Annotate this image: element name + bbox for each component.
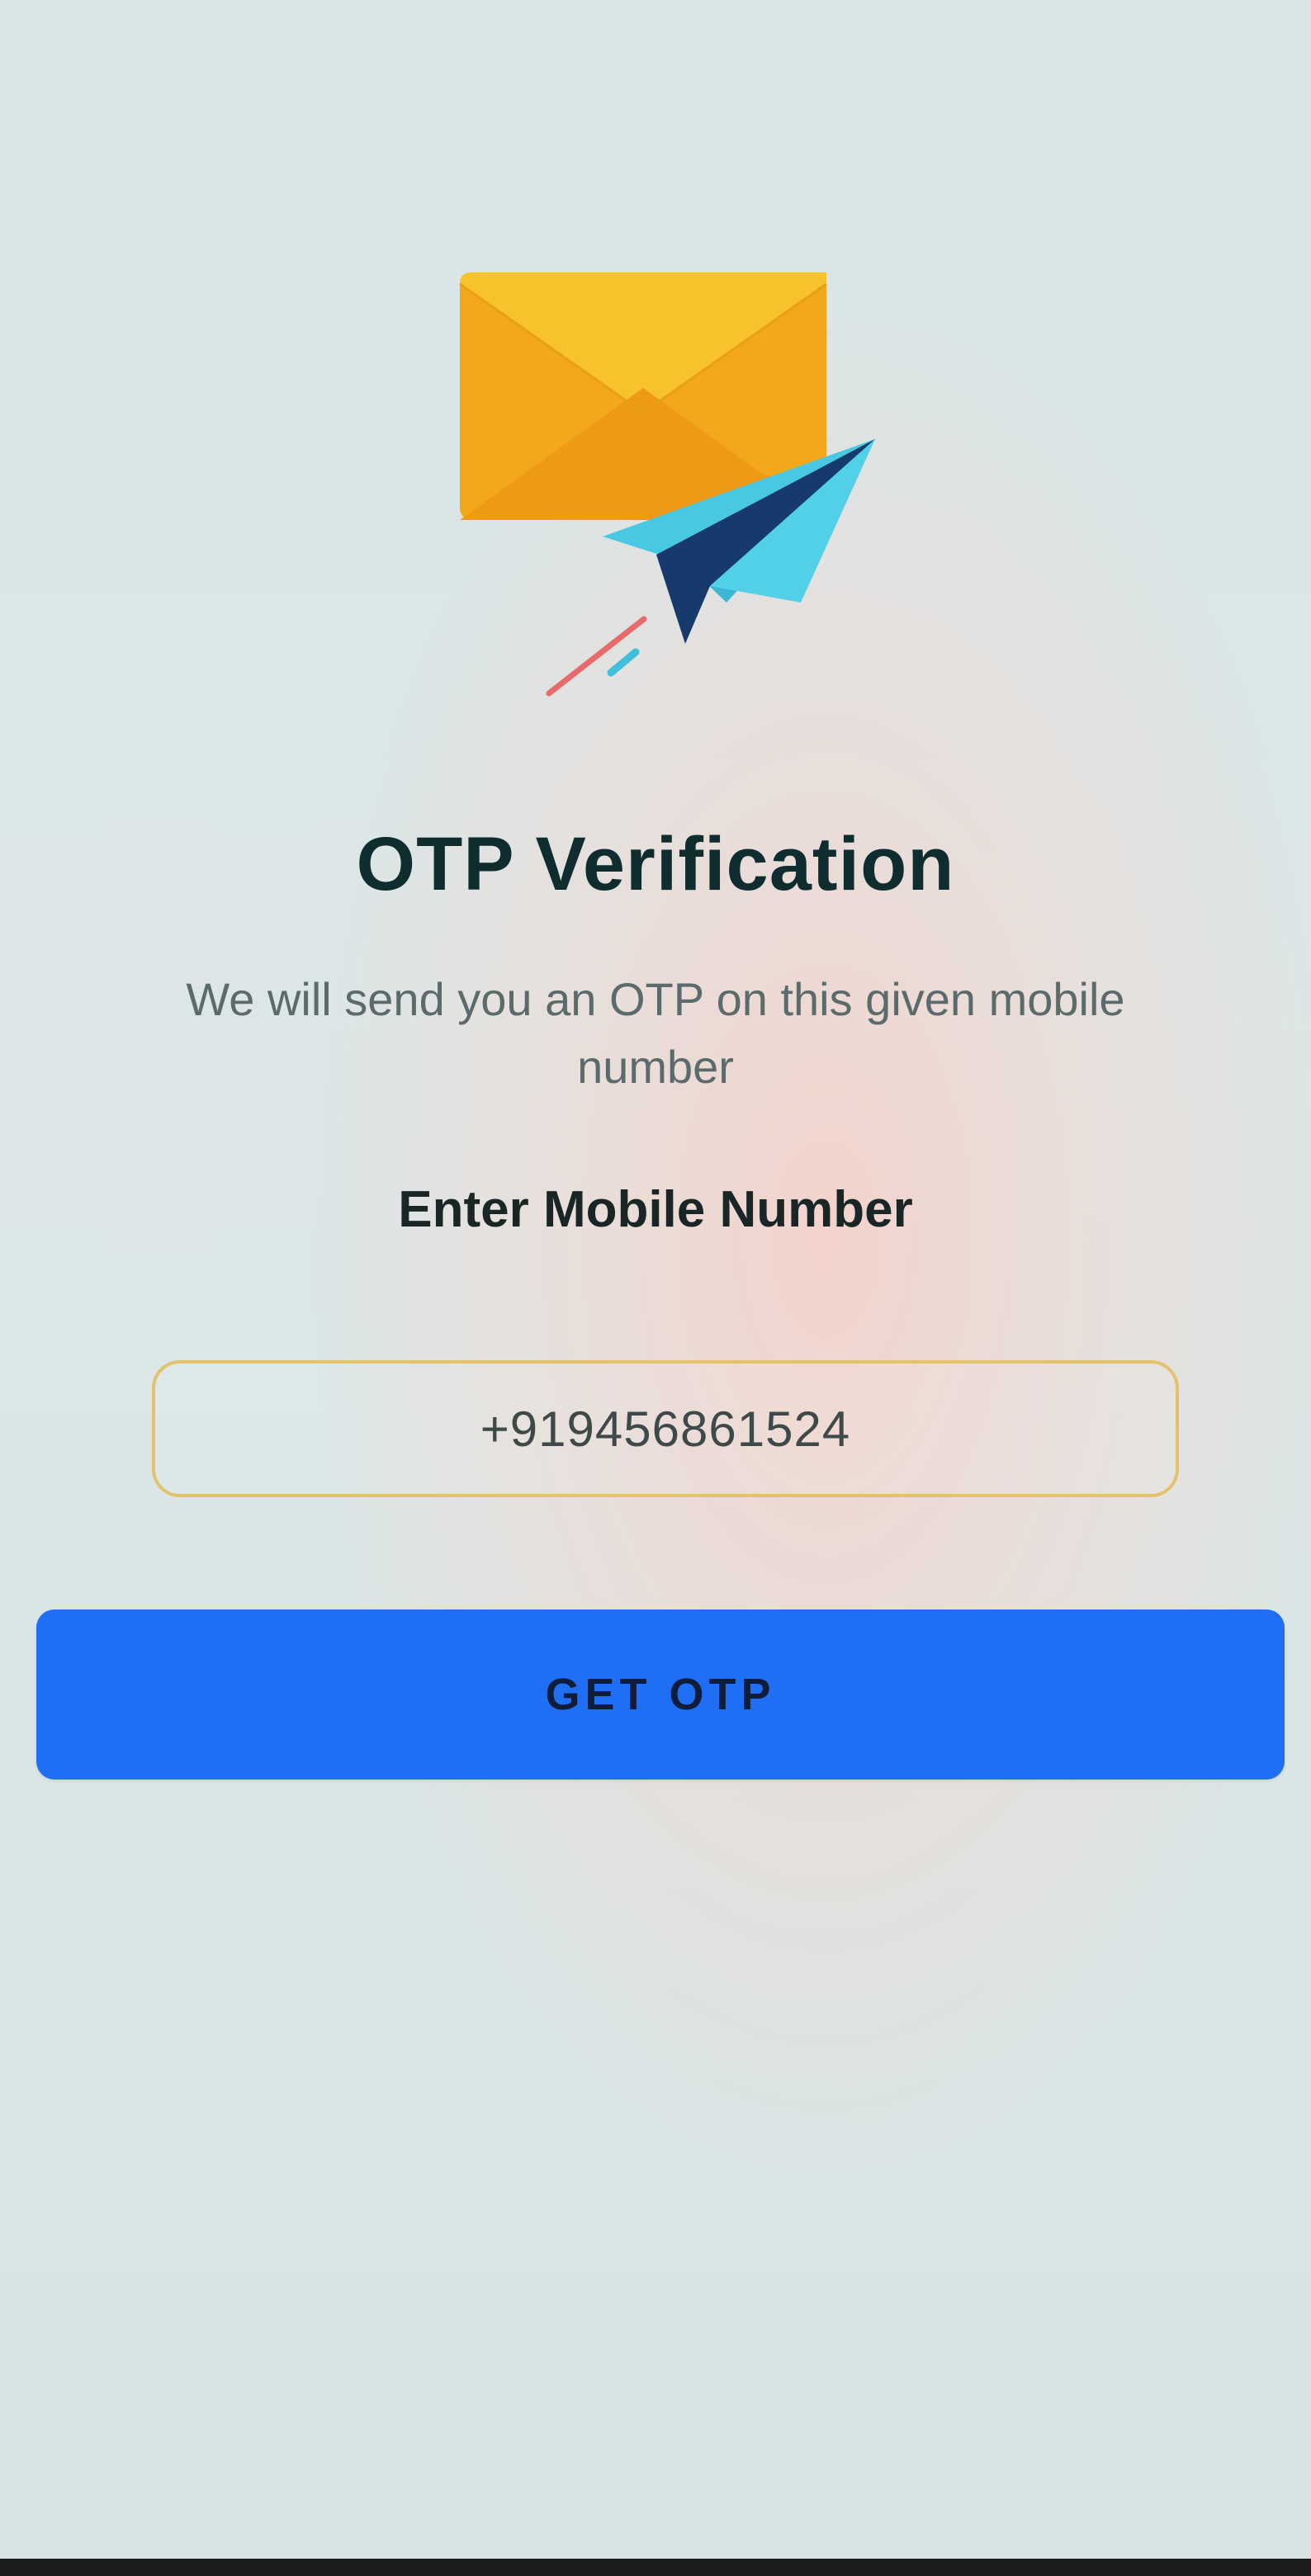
otp-illustration [459,272,875,697]
page-title: OTP Verification [356,822,955,906]
motion-lines-icon [546,616,647,697]
page-subtitle: We will send you an OTP on this given mo… [186,973,1125,1093]
mobile-number-field[interactable] [152,1360,1179,1497]
get-otp-button[interactable]: GET OTP [36,1609,1285,1780]
mobile-number-input[interactable] [155,1399,1176,1458]
otp-screen: OTP Verification We will send you an OTP… [0,0,1311,2559]
mobile-number-label: Enter Mobile Number [398,1181,913,1238]
screen-bottom-edge [0,2559,1311,2576]
